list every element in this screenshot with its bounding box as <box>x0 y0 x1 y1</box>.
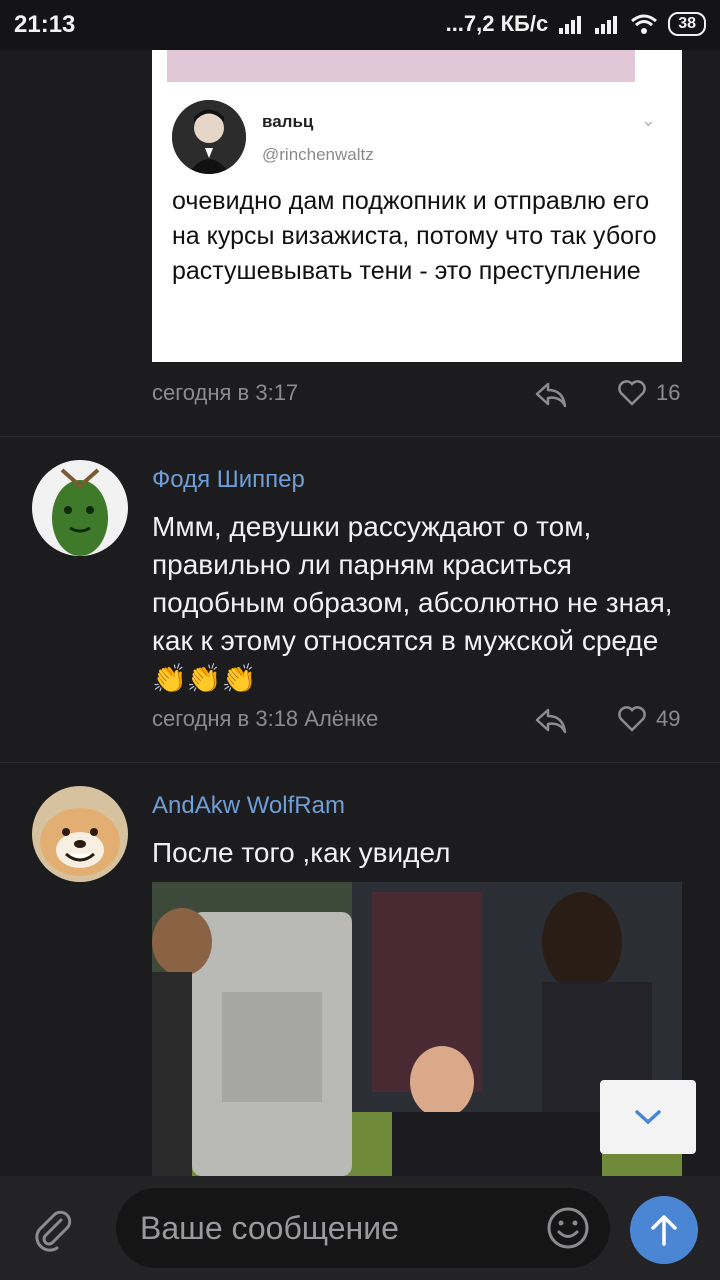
tweet-image-top <box>167 50 635 82</box>
reply-arrow-icon[interactable] <box>534 382 568 408</box>
like-count: 16 <box>656 380 681 405</box>
tweet-author-name: вальц <box>262 112 314 131</box>
comment-author[interactable]: AndAkw WolfRam <box>152 792 345 820</box>
battery-level: 38 <box>668 12 706 36</box>
message-placeholder: Ваше сообщение <box>140 1210 399 1246</box>
divider <box>0 436 720 437</box>
message-input[interactable]: Ваше сообщение <box>116 1188 610 1268</box>
like-button[interactable]: 49 <box>618 706 680 732</box>
message-composer: Ваше сообщение <box>0 1176 720 1280</box>
divider <box>0 762 720 763</box>
chevron-down-icon <box>635 1110 661 1125</box>
avatar[interactable] <box>32 460 128 556</box>
comment-text: После того ,как увидел <box>152 837 451 868</box>
reply-arrow-icon[interactable] <box>534 708 568 734</box>
arrow-up-icon <box>651 1215 677 1246</box>
comment-author[interactable]: Фодя Шиппер <box>152 466 305 494</box>
comments-feed[interactable]: вальц @rinchenwaltz ⌄ очевидно дам поджо… <box>0 50 720 1176</box>
tweet-author-handle: @rinchenwaltz <box>262 145 374 164</box>
avatar[interactable] <box>32 786 128 882</box>
signal-icon-2 <box>595 16 618 34</box>
like-count: 49 <box>656 706 681 731</box>
comment-timestamp: сегодня в 3:17 <box>152 380 299 405</box>
status-time: 21:13 <box>14 11 76 38</box>
tweet-text: очевидно дам поджопник и отправлю его на… <box>172 187 657 285</box>
paperclip-icon[interactable] <box>30 1208 74 1252</box>
tweet-screenshot[interactable]: вальц @rinchenwaltz ⌄ очевидно дам поджо… <box>152 50 682 362</box>
heart-icon <box>618 380 646 406</box>
network-speed: ...7,2 КБ/с <box>445 11 549 36</box>
like-button[interactable]: 16 <box>618 380 680 406</box>
smiley-icon[interactable] <box>546 1206 590 1250</box>
signal-icon <box>559 16 582 34</box>
tweet-avatar <box>172 100 246 174</box>
status-indicators: ...7,2 КБ/с 38 <box>446 11 706 37</box>
send-button[interactable] <box>630 1196 698 1264</box>
chevron-down-icon: ⌄ <box>640 110 656 130</box>
wifi-icon <box>631 14 658 34</box>
scroll-down-button[interactable] <box>600 1080 696 1154</box>
comment-text: Ммм, девушки рассуждают о том, правильно… <box>152 511 673 694</box>
status-bar: 21:13 ...7,2 КБ/с 38 <box>0 0 720 50</box>
comment-timestamp: сегодня в 3:18 Алёнке <box>152 706 379 731</box>
heart-icon <box>618 706 646 732</box>
